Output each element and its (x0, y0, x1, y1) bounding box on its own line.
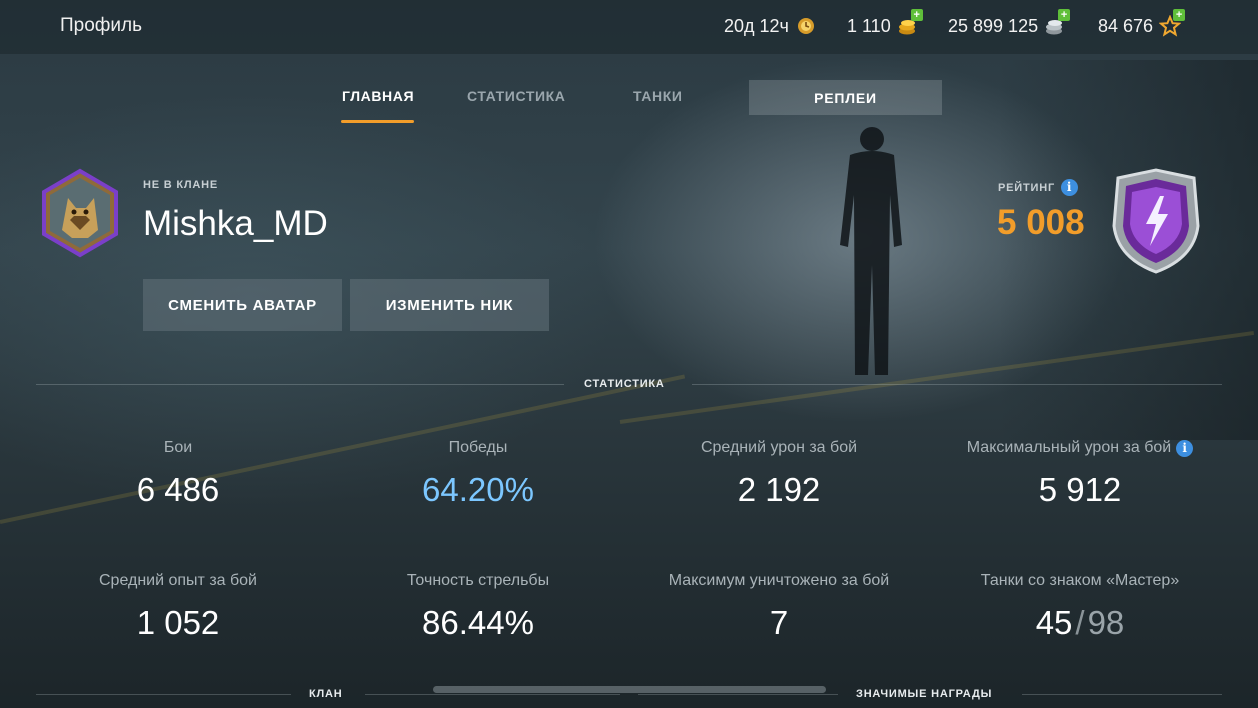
stat-label: Средний урон за бой (700, 439, 858, 456)
awards-divider-left (638, 694, 838, 695)
stat-label: Максимальный урон за бой (966, 439, 1172, 456)
stat-avg-xp: Средний опыт за бой 1 052 (28, 572, 328, 642)
rating-shield-icon (1112, 168, 1200, 274)
rating-info-icon[interactable]: i (1061, 179, 1078, 196)
stat-label: Точность стрельбы (406, 572, 550, 589)
stat-value: 5 912 (1038, 471, 1122, 508)
statistics-section-title: СТАТИСТИКА (584, 378, 665, 390)
clan-section-title: КЛАН (309, 688, 343, 700)
horizontal-scrollbar[interactable] (433, 686, 826, 693)
wolf-avatar-icon (42, 168, 118, 258)
rating-label-text: РЕЙТИНГ (998, 181, 1055, 194)
tab-replays[interactable]: РЕПЛЕИ (749, 80, 942, 115)
rating-label: РЕЙТИНГ i (998, 179, 1078, 196)
add-gold-icon[interactable]: + (910, 9, 923, 21)
active-tab-indicator (341, 120, 414, 123)
tab-statistics[interactable]: СТАТИСТИКА (467, 88, 566, 104)
silver-coins-icon: + (1044, 9, 1071, 37)
master-tanks-separator: / (1075, 604, 1085, 641)
change-nick-button[interactable]: ИЗМЕНИТЬ НИК (350, 279, 549, 331)
premium-clock-icon (795, 15, 817, 37)
stat-label: Танки со знаком «Мастер» (980, 572, 1180, 589)
top-bar: Профиль 20д 12ч 1 110 + 25 899 125 + 84 … (0, 0, 1258, 54)
stat-value: 1 052 (136, 604, 220, 641)
clan-divider-left (36, 694, 291, 695)
stat-label: Бои (163, 439, 193, 456)
statistics-divider-right (692, 384, 1222, 385)
gold-value: 1 110 (847, 15, 891, 36)
master-tanks-total: 98 (1087, 604, 1125, 641)
free-xp-value: 84 676 (1098, 15, 1154, 36)
star-xp-icon: + (1158, 9, 1186, 37)
page-title: Профиль (60, 15, 143, 36)
clan-status: НЕ В КЛАНЕ (143, 179, 218, 191)
stat-master-tanks: Танки со знаком «Мастер» 45/98 (930, 572, 1230, 642)
stat-label: Средний опыт за бой (98, 572, 257, 589)
clan-divider-right (365, 694, 620, 695)
stat-value: 45/98 (930, 604, 1230, 642)
stat-value: 6 486 (136, 471, 220, 508)
stat-accuracy: Точность стрельбы 86.44% (328, 572, 628, 642)
gold-balance[interactable]: 1 110 + (847, 9, 923, 37)
tab-tanks[interactable]: ТАНКИ (633, 88, 683, 104)
gold-coins-icon: + (897, 9, 923, 37)
stat-victories: Победы 64.20% (328, 439, 628, 509)
stat-value: 64.20% (422, 471, 534, 508)
add-free-xp-icon[interactable]: + (1173, 9, 1186, 21)
player-nickname: Mishka_MD (143, 204, 328, 243)
change-avatar-button[interactable]: СМЕНИТЬ АВАТАР (143, 279, 342, 331)
stat-max-kills: Максимум уничтожено за бой 7 (629, 572, 929, 642)
stat-label-row: Максимальный урон за бой i (930, 439, 1230, 457)
stat-value: 2 192 (737, 471, 821, 508)
awards-divider-right (1022, 694, 1222, 695)
premium-time[interactable]: 20д 12ч (724, 15, 817, 37)
free-xp-balance[interactable]: 84 676 + (1098, 9, 1186, 37)
stat-avg-damage: Средний урон за бой 2 192 (629, 439, 929, 509)
rating-badge[interactable] (1106, 166, 1206, 276)
credits-value: 25 899 125 (948, 15, 1039, 36)
awards-section-title: ЗНАЧИМЫЕ НАГРАДЫ (856, 688, 993, 700)
master-tanks-count: 45 (1035, 604, 1073, 641)
stat-value: 86.44% (422, 604, 534, 641)
stat-battles: Бои 6 486 (28, 439, 328, 509)
avatar[interactable] (40, 168, 120, 258)
stat-label: Максимум уничтожено за бой (668, 572, 890, 589)
background-figure (840, 127, 902, 375)
stat-max-damage: Максимальный урон за бой i 5 912 (930, 439, 1230, 509)
credits-balance[interactable]: 25 899 125 + (948, 9, 1071, 37)
add-credits-icon[interactable]: + (1058, 9, 1071, 21)
rating-value: 5 008 (997, 203, 1085, 242)
statistics-divider-left (36, 384, 564, 385)
max-damage-info-icon[interactable]: i (1176, 439, 1194, 457)
tab-main[interactable]: ГЛАВНАЯ (342, 88, 414, 104)
stat-label: Победы (448, 439, 508, 456)
stat-value: 7 (769, 604, 789, 641)
premium-time-value: 20д 12ч (724, 15, 789, 36)
background-streak (619, 330, 1255, 424)
